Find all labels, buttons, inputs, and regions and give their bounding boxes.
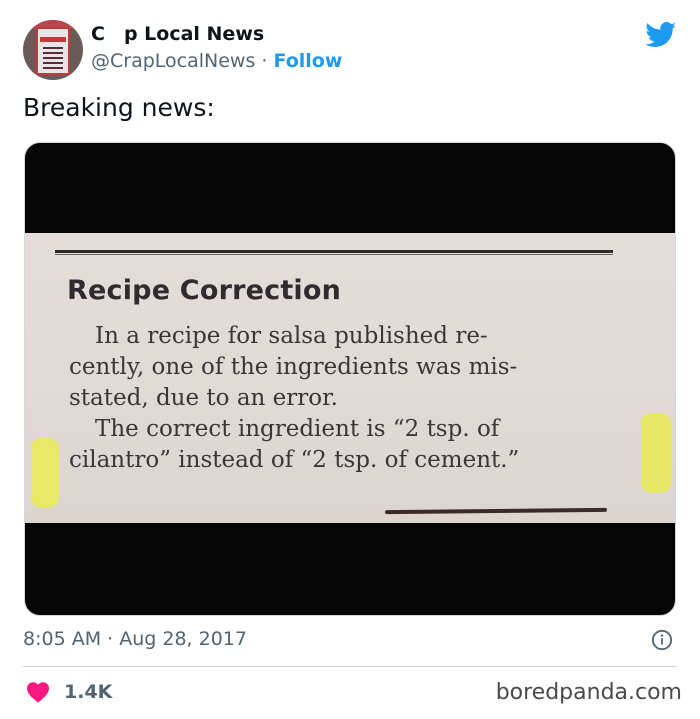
clipping-line: stated, due to an error.	[69, 385, 338, 411]
clipping-rule	[55, 250, 613, 253]
avatar[interactable]	[23, 20, 83, 80]
tweet-timestamp[interactable]: 8:05 AM · Aug 28, 2017	[23, 628, 247, 650]
clipping-line: The correct ingredient is “2 tsp. of	[95, 416, 500, 442]
clipping-body: In a recipe for salsa published re- cent…	[69, 321, 624, 476]
clipping-rule	[55, 254, 613, 255]
highlighter-mark	[641, 413, 671, 493]
tweet-photo[interactable]: Recipe Correction In a recipe for salsa …	[24, 142, 676, 616]
like-button[interactable]: 1.4K	[26, 680, 112, 704]
clipping-line: In a recipe for salsa published re-	[95, 323, 488, 349]
pen-underline	[384, 507, 608, 515]
tweet-header: C p Local News @CrapLocalNews · Follow	[23, 20, 680, 82]
tweet-text: Breaking news:	[23, 93, 215, 122]
clipping-line: cently, one of the ingredients was mis-	[69, 354, 518, 380]
author-name[interactable]: C p Local News	[91, 23, 264, 45]
author-handle[interactable]: @CrapLocalNews	[91, 50, 255, 72]
info-icon[interactable]	[651, 629, 673, 651]
divider	[23, 666, 677, 667]
like-count: 1.4K	[64, 681, 113, 703]
watermark: boredpanda.com	[495, 680, 682, 705]
heart-icon[interactable]	[26, 681, 50, 703]
highlighter-mark	[31, 438, 59, 508]
clipping-title: Recipe Correction	[67, 275, 342, 306]
follow-button[interactable]: Follow	[274, 50, 343, 72]
twitter-bird-icon[interactable]	[645, 22, 677, 48]
newspaper-clipping: Recipe Correction In a recipe for salsa …	[25, 233, 675, 523]
clipping-line: cilantro” instead of “2 tsp. of cement.”	[69, 447, 520, 473]
author-handle-row: @CrapLocalNews · Follow	[91, 50, 342, 72]
separator-dot: ·	[261, 50, 268, 72]
